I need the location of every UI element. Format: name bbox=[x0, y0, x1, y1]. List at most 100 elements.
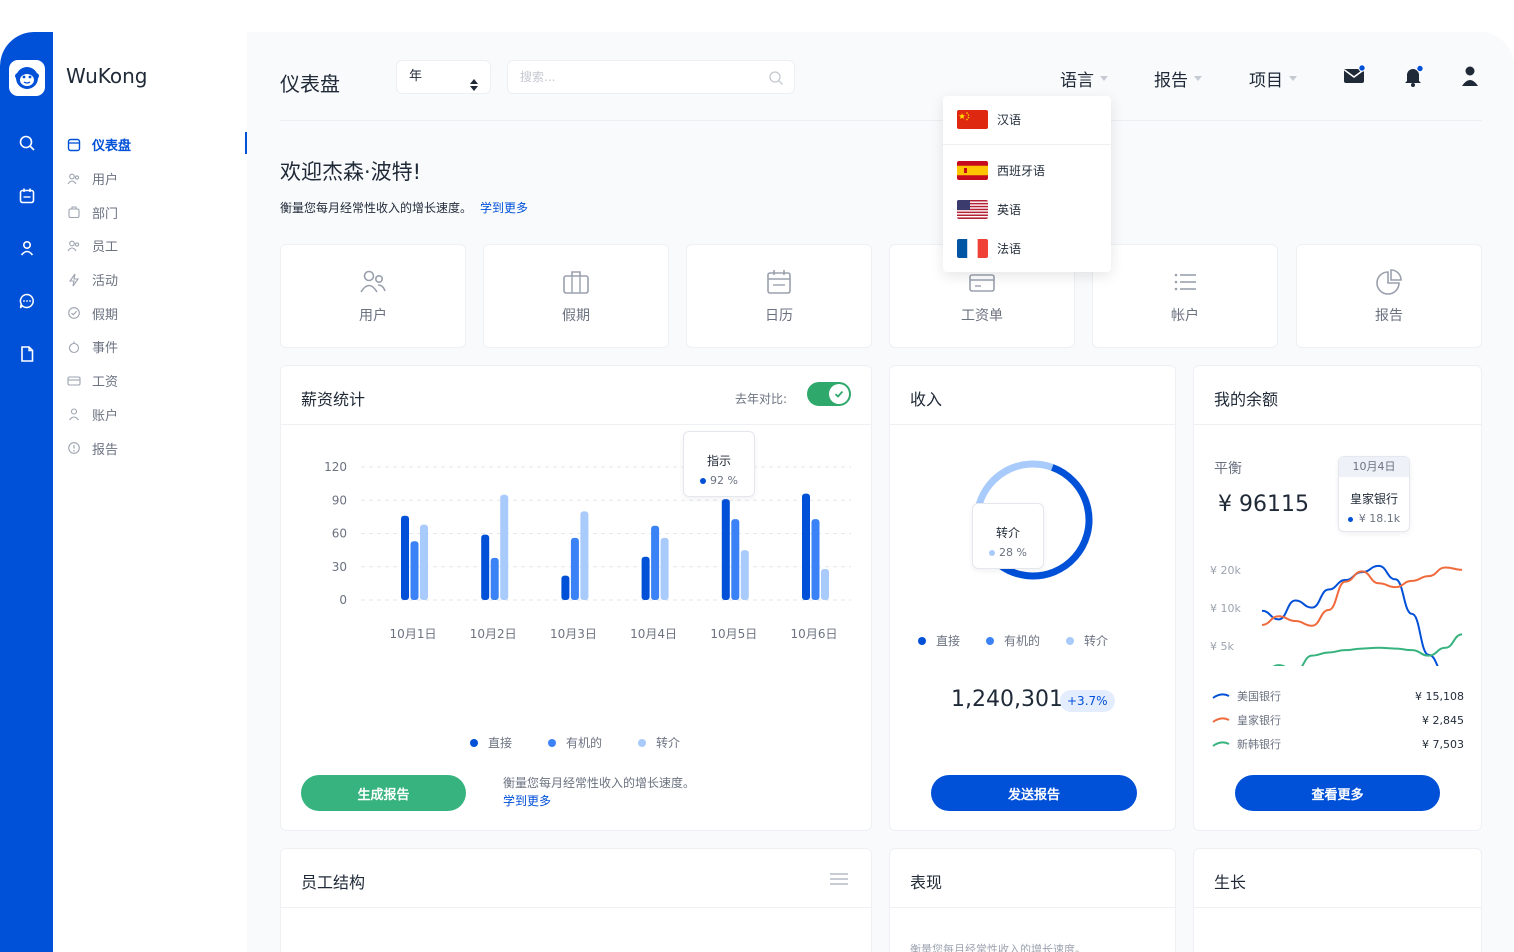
legend-label: 直接 bbox=[936, 634, 961, 648]
sidebar-item-dashboard[interactable]: 仪表盘 bbox=[66, 128, 247, 162]
tile-label: 工资单 bbox=[961, 308, 1003, 324]
x-tick-label: 10月2日 bbox=[470, 627, 517, 641]
bar[interactable] bbox=[651, 525, 660, 600]
bar[interactable] bbox=[641, 556, 650, 600]
bar-legend: 直接 有机的 转介 bbox=[470, 734, 716, 751]
search-icon[interactable] bbox=[14, 130, 40, 156]
performance-note: 衡量您每月经常性收入的增长速度。 bbox=[910, 943, 1086, 952]
project-menu-label: 项目 bbox=[1249, 71, 1283, 91]
sidebar-item-event[interactable]: 事件 bbox=[66, 330, 247, 364]
generate-report-button[interactable]: 生成报告 bbox=[301, 775, 466, 811]
bar[interactable] bbox=[721, 499, 730, 600]
card-title: 薪资统计 bbox=[301, 390, 366, 409]
legend-item-referral: 转介 bbox=[638, 734, 680, 751]
legend-item-direct: 直接 bbox=[470, 734, 512, 751]
balance-tooltip: 10月4日 皇家银行 ¥ 18.1k bbox=[1338, 456, 1410, 532]
document-icon[interactable] bbox=[14, 341, 40, 367]
bank-name: 美国银行 bbox=[1237, 690, 1281, 703]
bar[interactable] bbox=[731, 519, 740, 600]
menu-icon[interactable] bbox=[829, 871, 849, 890]
tooltip-value: 92 % bbox=[710, 474, 738, 487]
sidebar-item-salary[interactable]: 工资 bbox=[66, 364, 247, 398]
bar[interactable] bbox=[811, 519, 820, 600]
income-change-badge: +3.7% bbox=[1060, 690, 1115, 712]
search-input[interactable] bbox=[508, 61, 748, 93]
bell-icon[interactable] bbox=[1401, 64, 1425, 88]
bar[interactable] bbox=[660, 537, 669, 600]
checkmark-icon bbox=[829, 384, 849, 404]
language-option-french[interactable]: 法语 bbox=[957, 239, 1021, 258]
bar[interactable] bbox=[420, 524, 428, 600]
tooltip-title: 转介 bbox=[995, 526, 1020, 540]
learn-more-link[interactable]: 学到更多 bbox=[480, 201, 528, 215]
language-option-chinese[interactable]: 汉语 bbox=[957, 110, 1021, 129]
bar[interactable] bbox=[561, 575, 570, 600]
legend-dot bbox=[1066, 636, 1075, 645]
year-select[interactable]: 年 bbox=[396, 60, 491, 94]
bar[interactable] bbox=[802, 493, 810, 600]
salary-bar-chart: 0 30 60 90 120 10月1日 10月2日 10月3日 10月4日 10月5日 10月6日 bbox=[324, 460, 851, 641]
report-menu[interactable]: 报告 bbox=[1154, 66, 1202, 91]
tooltip-value: 28 % bbox=[999, 546, 1027, 559]
search-box bbox=[507, 60, 795, 94]
sidebar-item-holiday[interactable]: 假期 bbox=[66, 296, 247, 330]
tile-report[interactable]: 报告 bbox=[1296, 244, 1482, 348]
view-more-button[interactable]: 查看更多 bbox=[1235, 775, 1440, 811]
tile-calendar[interactable]: 日历 bbox=[686, 244, 872, 348]
compare-toggle[interactable] bbox=[807, 382, 851, 406]
y-tick-label: ¥ 5k bbox=[1210, 640, 1234, 653]
bar[interactable] bbox=[580, 511, 589, 600]
tooltip-value-row: 28 % bbox=[973, 546, 1043, 559]
user-icon[interactable] bbox=[14, 235, 40, 261]
sidebar-item-label: 事件 bbox=[92, 341, 119, 357]
tile-holiday[interactable]: 假期 bbox=[483, 244, 669, 348]
search-icon[interactable] bbox=[768, 70, 784, 90]
bar[interactable] bbox=[821, 568, 829, 600]
tile-account[interactable]: 帐户 bbox=[1092, 244, 1278, 348]
monkey-logo-icon[interactable] bbox=[9, 60, 45, 96]
chevron-down-icon bbox=[1194, 76, 1202, 81]
bar[interactable] bbox=[490, 557, 499, 600]
language-menu[interactable]: 语言 bbox=[1060, 66, 1108, 91]
project-menu[interactable]: 项目 bbox=[1249, 66, 1297, 91]
bank-amount: ¥ 2,845 bbox=[1422, 713, 1464, 727]
app-name: WuKong bbox=[66, 64, 148, 88]
sidebar-item-report[interactable]: 报告 bbox=[66, 431, 247, 465]
tile-label: 报告 bbox=[1375, 308, 1403, 324]
line-swatch-icon bbox=[1212, 717, 1230, 723]
bar[interactable] bbox=[740, 550, 749, 600]
legend-label: 直接 bbox=[488, 736, 513, 750]
series-line bbox=[1261, 564, 1439, 666]
learn-more-link[interactable]: 学到更多 bbox=[503, 794, 551, 808]
sidebar-item-department[interactable]: 部门 bbox=[66, 195, 247, 229]
series-line bbox=[1272, 633, 1463, 666]
bar[interactable] bbox=[410, 541, 419, 600]
language-option-spanish[interactable]: 西班牙语 bbox=[957, 161, 1045, 180]
growth-card: 生长 bbox=[1193, 848, 1482, 952]
bar[interactable] bbox=[570, 537, 579, 600]
sidebar-item-users[interactable]: 用户 bbox=[66, 162, 247, 196]
sidebar-item-activity[interactable]: 活动 bbox=[66, 263, 247, 297]
balance-line-chart: ¥ 0k¥ 5k¥ 10k¥ 20k bbox=[1210, 564, 1463, 666]
language-option-english[interactable]: 英语 bbox=[957, 200, 1021, 219]
bar[interactable] bbox=[500, 494, 509, 600]
calendar-icon[interactable] bbox=[14, 183, 40, 209]
tile-users[interactable]: 用户 bbox=[280, 244, 466, 348]
sidebar-item-label: 活动 bbox=[92, 274, 119, 290]
legend-item-organic: 有机的 bbox=[548, 734, 602, 751]
dropdown-divider bbox=[943, 144, 1111, 145]
sidebar-nav: 仪表盘 用户 部门 员工 活动 假期 事件 工资 账户 报告 bbox=[66, 128, 247, 465]
tooltip-value-row: ¥ 18.1k bbox=[1339, 512, 1409, 525]
mail-icon[interactable] bbox=[1342, 64, 1366, 88]
sidebar-item-account[interactable]: 账户 bbox=[66, 398, 247, 432]
profile-icon[interactable] bbox=[1458, 64, 1482, 88]
bar[interactable] bbox=[401, 515, 409, 600]
legend-item-referral: 转介 bbox=[1066, 632, 1108, 649]
y-tick-label: ¥ 20k bbox=[1210, 564, 1241, 577]
list-item: 美国银行 ¥ 15,108 bbox=[1212, 684, 1464, 708]
sidebar-item-employees[interactable]: 员工 bbox=[66, 229, 247, 263]
bar[interactable] bbox=[481, 534, 490, 600]
send-report-button[interactable]: 发送报告 bbox=[931, 775, 1137, 811]
chat-icon[interactable] bbox=[14, 288, 40, 314]
welcome-subtitle: 衡量您每月经常性收入的增长速度。 学到更多 bbox=[280, 199, 528, 216]
